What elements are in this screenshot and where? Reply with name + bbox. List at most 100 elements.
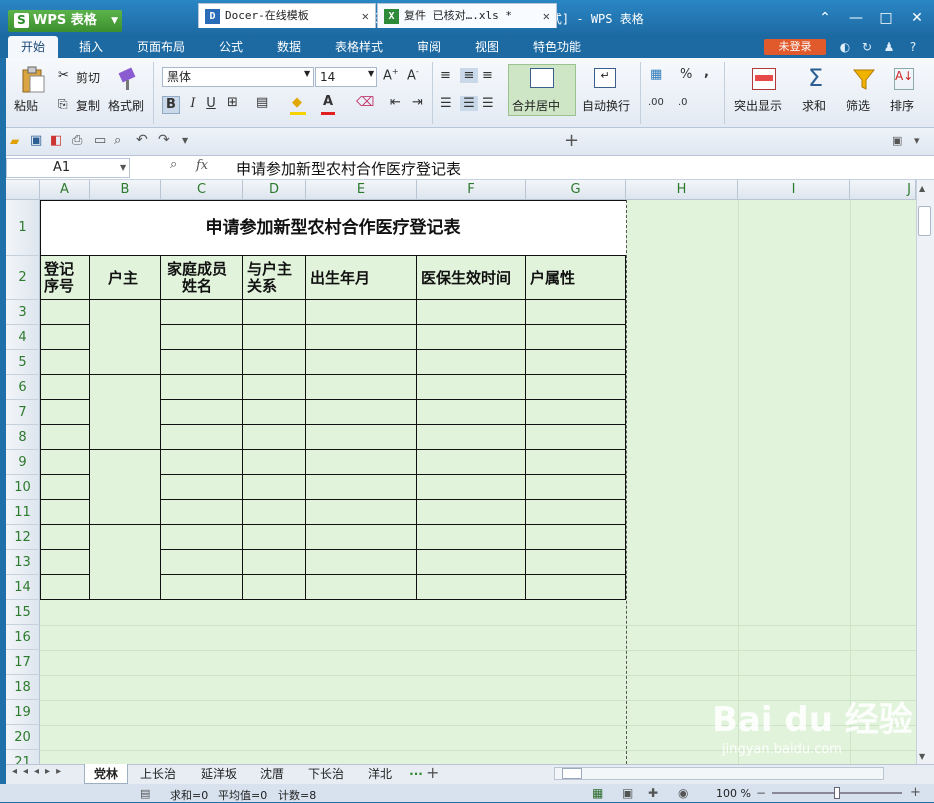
clear-format-icon[interactable]: ⌫ bbox=[356, 95, 374, 110]
search-doc-icon[interactable]: ⌕ bbox=[114, 133, 121, 148]
add-sheet-icon[interactable]: + bbox=[426, 763, 439, 782]
header-cell-b[interactable]: 户主 bbox=[90, 256, 161, 300]
column-header-a[interactable]: A bbox=[40, 180, 90, 200]
column-header-f[interactable]: F bbox=[417, 180, 526, 200]
name-box-dropdown-icon[interactable]: ▼ bbox=[120, 163, 126, 172]
column-header-d[interactable]: D bbox=[243, 180, 306, 200]
table-cell[interactable] bbox=[161, 325, 243, 350]
sheet-tab-5[interactable]: 下长治 bbox=[300, 764, 352, 784]
help-icon[interactable]: ? bbox=[904, 38, 922, 56]
table-cell[interactable] bbox=[161, 350, 243, 375]
minimize-button[interactable]: — bbox=[845, 8, 867, 28]
column-header-i[interactable]: I bbox=[738, 180, 850, 200]
row-header-12[interactable]: 12 bbox=[6, 525, 40, 550]
horizontal-scroll-thumb[interactable] bbox=[562, 768, 582, 779]
table-cell[interactable] bbox=[161, 450, 243, 475]
wrap-text-button[interactable]: 自动换行 bbox=[582, 97, 630, 114]
row-header-13[interactable]: 13 bbox=[6, 550, 40, 575]
table-cell[interactable] bbox=[306, 350, 417, 375]
row-header-16[interactable]: 16 bbox=[6, 625, 40, 650]
row-header-19[interactable]: 19 bbox=[6, 700, 40, 725]
row-header-2[interactable]: 2 bbox=[6, 256, 40, 300]
zoom-out-icon[interactable]: − bbox=[756, 786, 766, 800]
table-title-cell[interactable]: 申请参加新型农村合作医疗登记表 bbox=[40, 200, 626, 256]
row-header-15[interactable]: 15 bbox=[6, 600, 40, 625]
table-cell[interactable] bbox=[417, 450, 526, 475]
header-cell-g[interactable]: 户属性 bbox=[526, 256, 626, 300]
zoom-in-icon[interactable]: + bbox=[910, 785, 921, 800]
format-painter-icon[interactable] bbox=[116, 66, 138, 92]
table-cell[interactable] bbox=[243, 350, 306, 375]
table-cell[interactable] bbox=[40, 425, 90, 450]
collapse-ribbon-icon[interactable]: ⌃ bbox=[814, 8, 836, 28]
table-cell[interactable] bbox=[306, 500, 417, 525]
sheet-tab-6[interactable]: 洋北 bbox=[360, 764, 400, 784]
normal-view-icon[interactable]: ▦ bbox=[592, 786, 603, 800]
increase-font-icon[interactable]: A+ bbox=[383, 67, 399, 83]
header-cell-a[interactable]: 登记 序号 bbox=[40, 256, 90, 300]
align-center-icon[interactable]: ☰ bbox=[460, 96, 478, 111]
header-cell-f[interactable]: 医保生效时间 bbox=[417, 256, 526, 300]
paste-icon[interactable] bbox=[20, 66, 46, 94]
table-cell[interactable] bbox=[526, 575, 626, 600]
print-preview-icon[interactable]: ▭ bbox=[94, 133, 106, 148]
table-cell[interactable] bbox=[161, 500, 243, 525]
table-cell[interactable] bbox=[161, 575, 243, 600]
page-view-icon[interactable]: ▣ bbox=[622, 786, 633, 800]
sync-icon[interactable]: ↻ bbox=[858, 38, 876, 56]
table-cell[interactable] bbox=[243, 450, 306, 475]
table-cell[interactable] bbox=[40, 325, 90, 350]
font-color-icon[interactable]: A bbox=[323, 94, 333, 109]
table-cell[interactable] bbox=[306, 525, 417, 550]
table-cell-householder-merged[interactable] bbox=[90, 300, 161, 375]
table-cell[interactable] bbox=[40, 550, 90, 575]
tab-special[interactable]: 特色功能 bbox=[526, 36, 588, 58]
table-cell[interactable] bbox=[243, 375, 306, 400]
redo-icon[interactable]: ↷ bbox=[158, 132, 170, 148]
table-cell[interactable] bbox=[161, 425, 243, 450]
align-left-icon[interactable]: ☰ bbox=[440, 96, 452, 111]
comma-button[interactable]: , bbox=[704, 65, 709, 80]
doc-tab-active-file[interactable]: X 复件 已核对….xls * ✕ bbox=[377, 3, 557, 28]
row-header-20[interactable]: 20 bbox=[6, 725, 40, 750]
spreadsheet-grid[interactable]: A B C D E F G H I J 1 2 3 4 5 6 7 8 9 10… bbox=[6, 180, 916, 764]
new-tab-icon[interactable]: + bbox=[564, 130, 579, 151]
increase-decimal-button[interactable]: .00 bbox=[648, 97, 664, 108]
row-header-14[interactable]: 14 bbox=[6, 575, 40, 600]
print-icon[interactable]: ⎙ bbox=[72, 133, 82, 148]
shirt-icon[interactable]: ♟ bbox=[880, 38, 898, 56]
row-header-1[interactable]: 1 bbox=[6, 200, 40, 256]
column-header-h[interactable]: H bbox=[626, 180, 738, 200]
table-cell[interactable] bbox=[417, 350, 526, 375]
column-header-b[interactable]: B bbox=[90, 180, 161, 200]
tab-home[interactable]: 开始 bbox=[8, 36, 58, 58]
table-cell[interactable] bbox=[161, 475, 243, 500]
skin-icon[interactable]: ◐ bbox=[836, 38, 854, 56]
highlight-button[interactable]: 突出显示 bbox=[734, 97, 782, 114]
find-icon[interactable]: ⌕ bbox=[170, 157, 177, 172]
tab-view[interactable]: 视图 bbox=[468, 36, 506, 58]
table-cell[interactable] bbox=[526, 300, 626, 325]
doc-tab-docer[interactable]: D Docer-在线模板 ✕ bbox=[198, 3, 376, 28]
column-header-g[interactable]: G bbox=[526, 180, 626, 200]
format-painter-button[interactable]: 格式刷 bbox=[108, 97, 144, 114]
indent-decrease-icon[interactable]: ⇤ bbox=[390, 95, 401, 110]
table-cell[interactable] bbox=[306, 450, 417, 475]
indent-increase-icon[interactable]: ⇥ bbox=[412, 95, 423, 110]
table-cell[interactable] bbox=[243, 550, 306, 575]
eye-protect-icon[interactable]: ◉ bbox=[678, 786, 688, 800]
table-cell[interactable] bbox=[243, 475, 306, 500]
table-cell[interactable] bbox=[306, 325, 417, 350]
table-cell[interactable] bbox=[306, 550, 417, 575]
table-cell[interactable] bbox=[417, 375, 526, 400]
table-cell[interactable] bbox=[161, 525, 243, 550]
tab-formula[interactable]: 公式 bbox=[212, 36, 250, 58]
sheet-tab-1[interactable]: 党林 bbox=[84, 764, 128, 784]
select-all-corner[interactable] bbox=[6, 180, 40, 200]
table-cell[interactable] bbox=[417, 550, 526, 575]
table-cell[interactable] bbox=[417, 425, 526, 450]
table-cell[interactable] bbox=[243, 525, 306, 550]
align-middle-icon[interactable]: ≡ bbox=[460, 68, 478, 83]
table-cell-householder-merged[interactable] bbox=[90, 525, 161, 600]
table-cell[interactable] bbox=[526, 325, 626, 350]
